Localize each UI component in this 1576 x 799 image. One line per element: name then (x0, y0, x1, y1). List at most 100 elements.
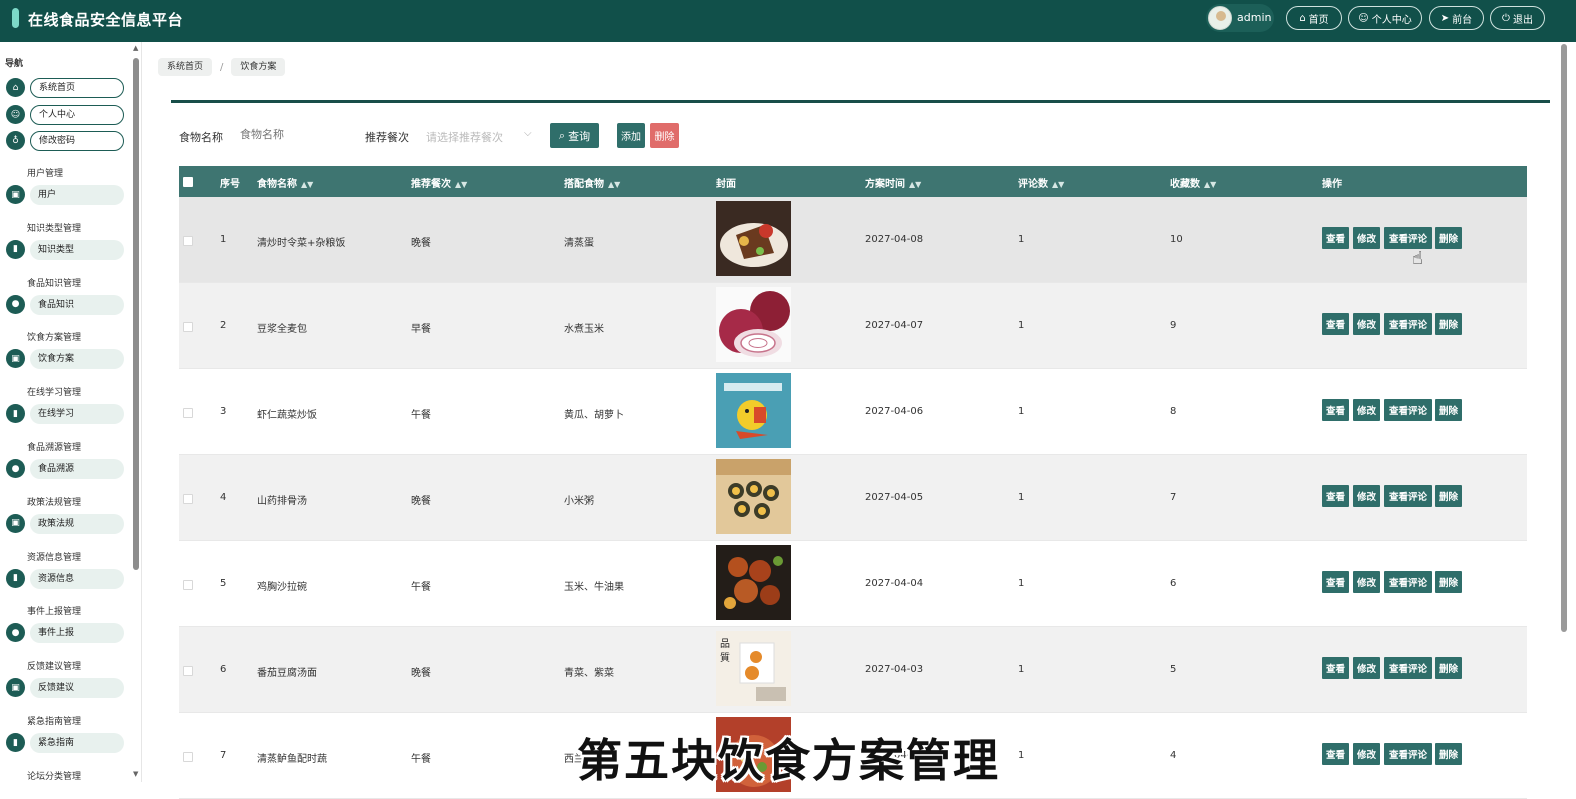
sidebar-subitem[interactable]: ▮ 资源信息 (6, 568, 126, 589)
sidebar-subitem[interactable]: ▣ 饮食方案 (6, 349, 126, 370)
sidebar-subitem[interactable]: ● 食品知识 (6, 294, 126, 315)
view-button[interactable]: 查看 (1322, 657, 1349, 679)
avatar (1208, 6, 1232, 30)
edit-button[interactable]: 修改 (1353, 657, 1380, 679)
delete-button[interactable]: 删除 (1435, 743, 1462, 765)
view-button[interactable]: 查看 (1322, 313, 1349, 335)
sidebar-subitem-label: 知识类型 (30, 239, 124, 260)
view-comments-button[interactable]: 查看评论 (1384, 743, 1432, 765)
top-header: 在线食品安全信息平台 admin ⌂ 首页 ☺ 个人中心 ➤ 前台 ⏻ 退出 (0, 0, 1576, 42)
row-plan-time: 2027-04-08 (865, 234, 924, 245)
chevron-down-icon[interactable]: ⌵ (524, 128, 532, 139)
scroll-up-arrow-icon[interactable]: ▲ (133, 44, 138, 52)
page-scroll-thumb[interactable] (1561, 44, 1567, 632)
view-button[interactable]: 查看 (1322, 227, 1349, 249)
logout-button[interactable]: ⏻ 退出 (1490, 6, 1545, 30)
meal-select[interactable]: 请选择推荐餐次 (426, 129, 503, 145)
edit-button[interactable]: 修改 (1353, 743, 1380, 765)
row-index: 4 (220, 492, 227, 503)
edit-button[interactable]: 修改 (1353, 399, 1380, 421)
edit-button[interactable]: 修改 (1353, 485, 1380, 507)
sidebar-subitem[interactable]: ▮ 知识类型 (6, 239, 126, 260)
scroll-down-arrow-icon[interactable]: ▼ (133, 770, 138, 778)
delete-button[interactable]: 删除 (1435, 313, 1462, 335)
sidebar-item-label: 修改密码 (30, 131, 124, 151)
column-header-food[interactable]: 食物名称 ▲▼ (257, 175, 313, 190)
view-button[interactable]: 查看 (1322, 743, 1349, 765)
query-button[interactable]: ⌕ 查询 (550, 123, 599, 148)
delete-button[interactable]: 删除 (1435, 657, 1462, 679)
lock-icon: ♁ (6, 131, 25, 150)
table-row: 6 番茄豆腐汤面 晚餐 青菜、紫菜 2027-04-03 1 5 品質 查看 修改 查看评论 删除 (179, 627, 1527, 713)
sidebar-subitem-label: 紧急指南 (30, 733, 124, 753)
sidebar-item-profile[interactable]: ☺ 个人中心 (6, 105, 126, 125)
sidebar-item-password[interactable]: ♁ 修改密码 (6, 131, 126, 151)
edit-button[interactable]: 修改 (1353, 227, 1380, 249)
sidebar-subitem[interactable]: ▣ 用户 (6, 185, 126, 205)
sidebar-scroll-thumb[interactable] (133, 58, 139, 570)
column-header-favorites[interactable]: 收藏数 ▲▼ (1170, 175, 1216, 190)
sidebar-scrollbar[interactable]: ▲ ▼ (132, 44, 140, 780)
row-index: 5 (220, 578, 227, 589)
row-favorite-count: 6 (1170, 578, 1177, 589)
delete-button[interactable]: 删除 (1435, 571, 1462, 593)
sidebar-subitem-label: 饮食方案 (30, 349, 124, 370)
meal-label: 推荐餐次 (365, 131, 409, 144)
add-button[interactable]: 添加 (617, 123, 645, 148)
row-checkbox[interactable] (183, 580, 193, 590)
row-comment-count: 1 (1018, 492, 1025, 503)
edit-button[interactable]: 修改 (1353, 313, 1380, 335)
column-header-meal[interactable]: 推荐餐次 ▲▼ (411, 175, 467, 190)
profile-button[interactable]: ☺ 个人中心 (1348, 6, 1422, 30)
row-checkbox[interactable] (183, 322, 193, 332)
sidebar-subitem-label: 在线学习 (30, 404, 124, 425)
sidebar-subitem[interactable]: ▮ 紧急指南 (6, 733, 126, 753)
view-comments-button[interactable]: 查看评论 (1384, 485, 1432, 507)
map-pin-icon: ● (6, 623, 25, 643)
view-comments-button[interactable]: 查看评论 (1384, 399, 1432, 421)
sidebar-group-label: 知识类型管理 (27, 223, 82, 234)
row-checkbox[interactable] (183, 666, 193, 676)
view-comments-button[interactable]: 查看评论 (1384, 657, 1432, 679)
sidebar-item-home[interactable]: ⌂ 系统首页 (6, 78, 126, 98)
sidebar-subitem[interactable]: ▮ 在线学习 (6, 404, 126, 425)
sidebar-subitem[interactable]: ▣ 政策法规 (6, 513, 126, 534)
home-icon: ⌂ (6, 78, 25, 97)
row-checkbox[interactable] (183, 752, 193, 762)
bulk-delete-button[interactable]: 删除 (650, 123, 679, 148)
row-food-name: 番茄豆腐汤面 (257, 668, 317, 679)
bar-chart-icon: ▮ (6, 568, 25, 588)
pointer-cursor-icon: ☝ (1412, 248, 1423, 269)
sidebar-subitem[interactable]: ● 食品溯源 (6, 459, 126, 479)
row-checkbox[interactable] (183, 408, 193, 418)
sidebar-subitem[interactable]: ▣ 反馈建议 (6, 678, 126, 699)
delete-button[interactable]: 删除 (1435, 227, 1462, 249)
breadcrumb-home[interactable]: 系统首页 (158, 58, 213, 76)
view-button[interactable]: 查看 (1322, 399, 1349, 421)
row-index: 3 (220, 406, 227, 417)
view-comments-button[interactable]: 查看评论 (1384, 313, 1432, 335)
edit-button[interactable]: 修改 (1353, 571, 1380, 593)
brand-accent (12, 8, 19, 28)
select-all-checkbox[interactable] (183, 177, 193, 187)
view-button[interactable]: 查看 (1322, 485, 1349, 507)
column-header-time[interactable]: 方案时间 ▲▼ (865, 175, 921, 190)
sidebar-subitem[interactable]: ● 事件上报 (6, 623, 126, 644)
row-checkbox[interactable] (183, 236, 193, 246)
column-header-pair[interactable]: 搭配食物 ▲▼ (564, 175, 620, 190)
delete-button[interactable]: 删除 (1435, 485, 1462, 507)
delete-button[interactable]: 删除 (1435, 399, 1462, 421)
home-button[interactable]: ⌂ 首页 (1286, 6, 1342, 30)
row-meal: 晚餐 (411, 238, 431, 249)
food-name-input[interactable] (240, 124, 340, 146)
column-header-comments[interactable]: 评论数 ▲▼ (1018, 175, 1064, 190)
user-chip[interactable]: admin (1206, 4, 1274, 32)
briefcase-icon: ▣ (6, 678, 25, 698)
view-comments-button[interactable]: 查看评论 (1384, 227, 1432, 249)
breadcrumb-current: 饮食方案 (231, 58, 286, 76)
frontend-button[interactable]: ➤ 前台 (1429, 6, 1484, 30)
view-comments-button[interactable]: 查看评论 (1384, 571, 1432, 593)
map-pin-icon: ● (6, 459, 25, 478)
row-checkbox[interactable] (183, 494, 193, 504)
view-button[interactable]: 查看 (1322, 571, 1349, 593)
